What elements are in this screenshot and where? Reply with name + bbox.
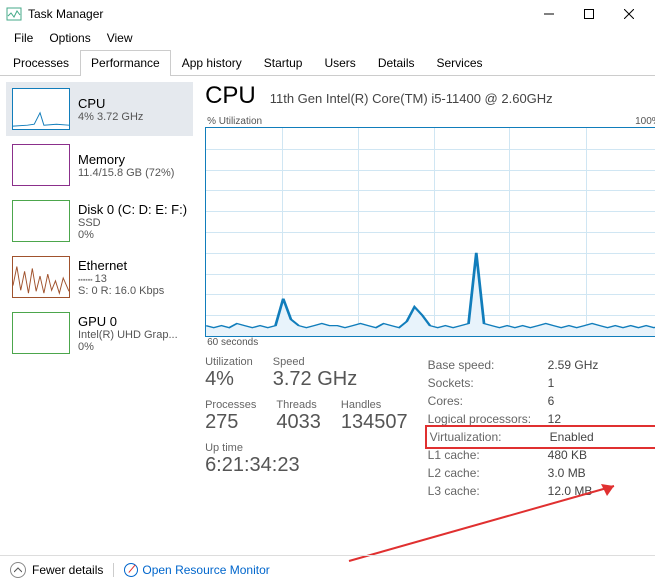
cpu-utilization-chart[interactable] [205,127,655,337]
sidebar-eth-title: Ethernet [78,258,164,273]
virt-k: Virtualization: [430,428,550,446]
tab-apphistory[interactable]: App history [171,50,253,75]
sidebar: CPU 4% 3.72 GHz Memory 11.4/15.8 GB (72%… [0,76,199,556]
speed-label: Speed [273,356,357,368]
speed-value: 3.72 GHz [273,368,357,391]
uptime-label: Up time [205,442,428,454]
lp-k: Logical processors: [428,410,548,428]
sidebar-disk-sub2: 0% [78,229,187,241]
processes-label: Processes [205,399,256,411]
handles-label: Handles [341,399,408,411]
sockets-v: 1 [548,374,555,392]
orm-label: Open Resource Monitor [142,563,269,577]
l3-k: L3 cache: [428,482,548,500]
sidebar-item-gpu[interactable]: GPU 0 Intel(R) UHD Grap... 0% [6,306,193,360]
menu-bar: File Options View [0,28,655,48]
virt-v: Enabled [550,428,594,446]
minimize-button[interactable] [529,0,569,28]
footer-separator [113,563,114,577]
close-button[interactable] [609,0,649,28]
l1-k: L1 cache: [428,446,548,464]
threads-label: Threads [276,399,321,411]
sidebar-gpu-sub2: 0% [78,341,178,353]
window-title: Task Manager [28,7,529,21]
handles-value: 134507 [341,411,408,434]
sidebar-cpu-sub: 4% 3.72 GHz [78,111,143,123]
sidebar-gpu-title: GPU 0 [78,314,178,329]
gpu-thumb-icon [12,312,70,354]
sidebar-item-memory[interactable]: Memory 11.4/15.8 GB (72%) [6,138,193,192]
sidebar-eth-dots: 13 [78,273,164,285]
main-panel: CPU 11th Gen Intel(R) Core(TM) i5-11400 … [199,76,655,556]
processes-value: 275 [205,411,256,434]
tab-users[interactable]: Users [313,50,366,75]
menu-file[interactable]: File [6,29,41,47]
sockets-k: Sockets: [428,374,548,392]
cores-v: 6 [548,392,555,410]
cores-k: Cores: [428,392,548,410]
ethernet-thumb-icon [12,256,70,298]
sidebar-cpu-title: CPU [78,96,143,111]
lp-v: 12 [548,410,561,428]
resource-monitor-icon [124,563,138,577]
tab-services[interactable]: Services [426,50,494,75]
page-title: CPU [205,82,256,110]
threads-value: 4033 [276,411,321,434]
chart-x-left: 60 seconds [207,337,258,348]
virtualization-row: Virtualization:Enabled [428,428,655,446]
tab-bar: Processes Performance App history Startu… [0,48,655,76]
l3-v: 12.0 MB [548,482,593,500]
maximize-button[interactable] [569,0,609,28]
footer-bar: Fewer details Open Resource Monitor [0,555,655,583]
tab-performance[interactable]: Performance [80,50,171,75]
utilization-value: 4% [205,368,253,391]
sidebar-disk-title: Disk 0 (C: D: E: F:) [78,202,187,217]
title-bar: Task Manager [0,0,655,28]
fewer-details-toggle[interactable] [10,562,26,578]
tab-processes[interactable]: Processes [2,50,80,75]
base-speed-k: Base speed: [428,356,548,374]
fewer-details-label[interactable]: Fewer details [32,563,103,577]
sidebar-disk-sub: SSD [78,217,187,229]
sidebar-item-cpu[interactable]: CPU 4% 3.72 GHz [6,82,193,136]
uptime-value: 6:21:34:23 [205,454,428,477]
tab-details[interactable]: Details [367,50,426,75]
app-icon [6,6,22,22]
chart-y-max: 100% [635,116,655,127]
disk-thumb-icon [12,200,70,242]
base-speed-v: 2.59 GHz [548,356,599,374]
l2-v: 3.0 MB [548,464,586,482]
tab-startup[interactable]: Startup [253,50,314,75]
memory-thumb-icon [12,144,70,186]
open-resource-monitor-link[interactable]: Open Resource Monitor [124,563,269,577]
l1-v: 480 KB [548,446,587,464]
cpu-model: 11th Gen Intel(R) Core(TM) i5-11400 @ 2.… [270,91,553,106]
menu-view[interactable]: View [99,29,141,47]
utilization-label: Utilization [205,356,253,368]
sidebar-item-ethernet[interactable]: Ethernet 13 S: 0 R: 16.0 Kbps [6,250,193,304]
sidebar-memory-title: Memory [78,152,174,167]
chart-y-label: % Utilization [207,116,262,127]
sidebar-gpu-sub: Intel(R) UHD Grap... [78,329,178,341]
sidebar-eth-sub: S: 0 R: 16.0 Kbps [78,285,164,297]
sidebar-memory-sub: 11.4/15.8 GB (72%) [78,167,174,179]
l2-k: L2 cache: [428,464,548,482]
menu-options[interactable]: Options [41,29,98,47]
sidebar-item-disk[interactable]: Disk 0 (C: D: E: F:) SSD 0% [6,194,193,248]
cpu-thumb-icon [12,88,70,130]
